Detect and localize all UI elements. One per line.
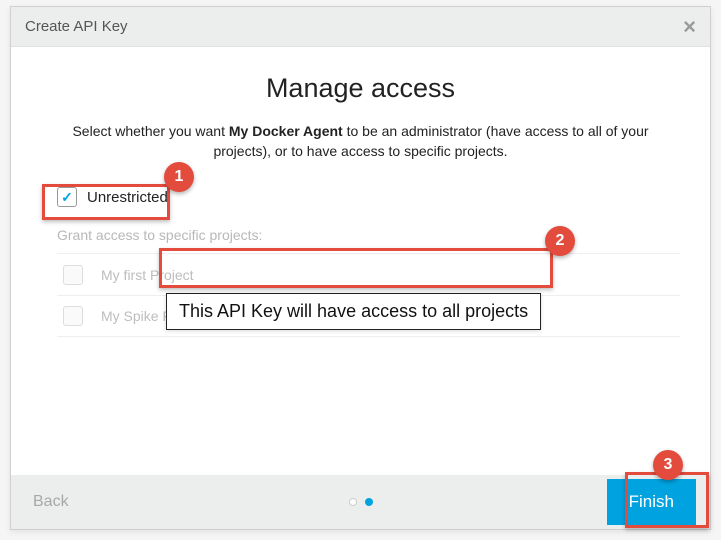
modal-title: Create API Key (25, 18, 128, 35)
unrestricted-label: Unrestricted (87, 189, 168, 206)
access-info-overlay: This API Key will have access to all pro… (166, 293, 541, 330)
modal-header: Create API Key × (11, 7, 710, 47)
page-heading: Manage access (41, 73, 680, 104)
back-button[interactable]: Back (33, 493, 69, 511)
project-row: My first Project (57, 253, 680, 295)
modal-footer: Back Finish (11, 475, 710, 529)
sub-pre: Select whether you want (72, 123, 228, 139)
create-api-key-modal: Create API Key × Manage access Select wh… (10, 6, 711, 530)
grant-access-label: Grant access to specific projects: (57, 227, 680, 243)
close-icon[interactable]: × (683, 16, 696, 38)
unrestricted-checkbox[interactable] (57, 187, 77, 207)
page-dot-active[interactable] (365, 498, 373, 506)
agent-name: My Docker Agent (229, 123, 343, 139)
page-dot[interactable] (349, 498, 357, 506)
project-name: My first Project (101, 267, 194, 283)
project-checkbox (63, 306, 83, 326)
project-checkbox (63, 265, 83, 285)
unrestricted-option[interactable]: Unrestricted (51, 183, 174, 211)
page-subheading: Select whether you want My Docker Agent … (59, 122, 662, 161)
finish-button[interactable]: Finish (607, 479, 696, 525)
step-pager (349, 498, 373, 506)
modal-body: Manage access Select whether you want My… (11, 47, 710, 475)
